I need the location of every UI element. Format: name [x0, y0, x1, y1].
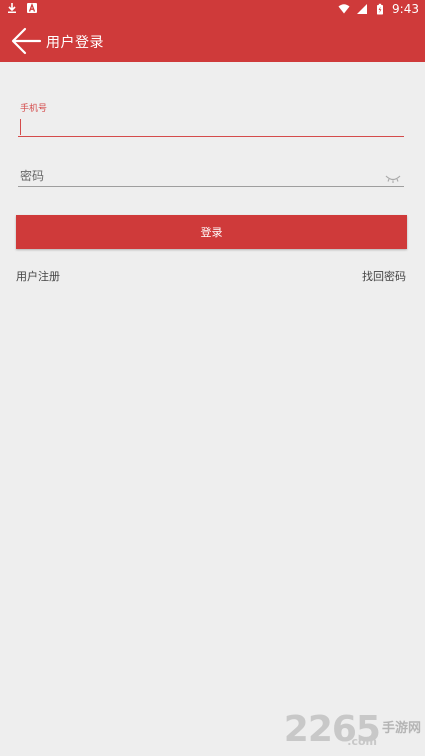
login-button[interactable]: 登录 [16, 215, 407, 249]
status-left-icons [6, 2, 38, 14]
password-visibility-toggle[interactable] [385, 169, 401, 183]
notification-a-icon [27, 2, 37, 13]
back-button[interactable] [10, 26, 42, 56]
status-right-icons: 9:43 [338, 2, 419, 16]
watermark-suffix: 手游网 [381, 721, 421, 736]
phone-label: 手机号 [20, 104, 48, 114]
back-arrow-icon [11, 27, 42, 55]
wifi-icon [338, 4, 350, 14]
watermark-domain: .com [347, 735, 377, 748]
password-input[interactable] [18, 166, 380, 186]
app-bar: 用户登录 [0, 20, 425, 62]
signal-icon [357, 4, 368, 14]
eye-closed-icon [385, 175, 401, 183]
phone-input[interactable] [18, 114, 407, 136]
battery-icon [377, 3, 384, 15]
download-icon [8, 3, 16, 13]
password-underline [18, 186, 404, 187]
text-caret [20, 119, 21, 135]
forgot-password-link[interactable]: 找回密码 [362, 268, 406, 284]
watermark: 2265 手游网 .com [284, 712, 421, 749]
register-link[interactable]: 用户注册 [16, 268, 60, 284]
phone-underline [18, 136, 404, 137]
page-title: 用户登录 [46, 35, 104, 51]
status-bar: 9:43 [0, 0, 425, 20]
status-time: 9:43 [392, 2, 419, 16]
